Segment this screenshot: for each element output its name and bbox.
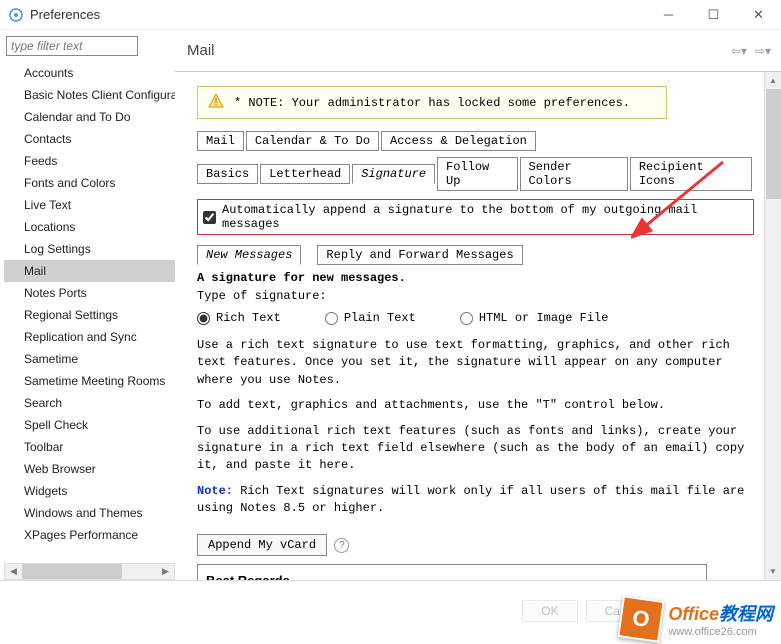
tab-sender-colors[interactable]: Sender Colors: [520, 157, 628, 191]
tree-item[interactable]: Sametime: [4, 348, 175, 370]
watermark-brand: Office教程网: [668, 600, 773, 626]
scroll-right-icon[interactable]: ▶: [157, 566, 174, 577]
watermark: O Office教程网 www.office26.com: [620, 598, 773, 640]
admin-lock-note: ! * NOTE: Your administrator has locked …: [197, 86, 667, 119]
tree-item[interactable]: Contacts: [4, 128, 175, 150]
tab-signature[interactable]: Signature: [352, 164, 435, 184]
tree-item[interactable]: Accounts: [4, 62, 175, 84]
nav-back-icon[interactable]: ⇦▾: [729, 42, 749, 60]
tree-item[interactable]: Spell Check: [4, 414, 175, 436]
auto-append-label: Automatically append a signature to the …: [222, 203, 748, 231]
scrollbar-thumb[interactable]: [22, 564, 122, 579]
scroll-left-icon[interactable]: ◀: [5, 566, 22, 577]
help-para-3: To use additional rich text features (su…: [197, 423, 754, 475]
tree-item[interactable]: Fonts and Colors: [4, 172, 175, 194]
tree-item[interactable]: Web Browser: [4, 458, 175, 480]
tree-item[interactable]: Live Text: [4, 194, 175, 216]
signature-editor[interactable]: Best Regards ████████ ███ ██████████████…: [197, 564, 707, 580]
tree-item[interactable]: Regional Settings: [4, 304, 175, 326]
type-of-signature-label: Type of signature:: [197, 289, 754, 303]
titlebar: Preferences ─ ☐ ✕: [0, 0, 781, 30]
sidebar-horizontal-scrollbar[interactable]: ◀ ▶: [4, 563, 175, 580]
warning-icon: !: [208, 93, 224, 112]
maximize-button[interactable]: ☐: [691, 0, 736, 29]
append-vcard-button[interactable]: Append My vCard: [197, 534, 327, 556]
scroll-up-icon[interactable]: ▲: [765, 72, 781, 89]
admin-lock-text: * NOTE: Your administrator has locked so…: [234, 96, 630, 110]
signature-type-radios: Rich Text Plain Text HTML or Image File: [197, 311, 754, 325]
tree-item[interactable]: Notes Ports: [4, 282, 175, 304]
app-icon: [8, 7, 24, 23]
tree-item[interactable]: Widgets: [4, 480, 175, 502]
help-para-1: Use a rich text signature to use text fo…: [197, 337, 754, 389]
tab-row-secondary: Basics Letterhead Signature Follow Up Se…: [197, 157, 754, 191]
tab-basics[interactable]: Basics: [197, 164, 258, 184]
help-icon[interactable]: ?: [334, 538, 349, 553]
watermark-url: www.office26.com: [668, 626, 773, 638]
svg-text:!: !: [215, 97, 218, 108]
tree-item[interactable]: Log Settings: [4, 238, 175, 260]
minimize-button[interactable]: ─: [646, 0, 691, 29]
radio-plain-text[interactable]: Plain Text: [325, 311, 416, 325]
help-para-2: To add text, graphics and attachments, u…: [197, 397, 754, 414]
tree-item[interactable]: Replication and Sync: [4, 326, 175, 348]
window-controls: ─ ☐ ✕: [646, 0, 781, 29]
signature-line: Best Regards: [206, 573, 698, 580]
preference-tree: Accounts Basic Notes Client Configuratio…: [4, 60, 175, 563]
main-panel: Mail ⇦▾ ⇨▾ ! * NOTE: Your administrator …: [175, 30, 781, 580]
radio-rich-text[interactable]: Rich Text: [197, 311, 281, 325]
tab-access-delegation[interactable]: Access & Delegation: [381, 131, 536, 151]
tab-mail[interactable]: Mail: [197, 131, 244, 151]
scrollbar-thumb[interactable]: [766, 89, 781, 199]
auto-append-signature-option[interactable]: Automatically append a signature to the …: [197, 199, 754, 235]
radio-html-image[interactable]: HTML or Image File: [460, 311, 609, 325]
tree-item[interactable]: Search: [4, 392, 175, 414]
tree-item[interactable]: Feeds: [4, 150, 175, 172]
signature-heading: A signature for new messages.: [197, 271, 754, 285]
tab-reply-forward[interactable]: Reply and Forward Messages: [317, 245, 522, 265]
tab-row-primary: Mail Calendar & To Do Access & Delegatio…: [197, 131, 754, 151]
filter-input[interactable]: [6, 36, 138, 56]
tab-recipient-icons[interactable]: Recipient Icons: [630, 157, 752, 191]
tab-follow-up[interactable]: Follow Up: [437, 157, 518, 191]
tree-item[interactable]: Toolbar: [4, 436, 175, 458]
note-para: Note: Rich Text signatures will work onl…: [197, 483, 754, 518]
note-text: Rich Text signatures will work only if a…: [197, 484, 744, 515]
note-label: Note:: [197, 484, 233, 498]
tree-item[interactable]: XPages Performance: [4, 524, 175, 546]
tree-item[interactable]: Sametime Meeting Rooms: [4, 370, 175, 392]
tree-item[interactable]: Locations: [4, 216, 175, 238]
tree-item[interactable]: Basic Notes Client Configuration: [4, 84, 175, 106]
page-title: Mail: [187, 42, 729, 59]
tab-new-messages[interactable]: New Messages: [197, 245, 301, 265]
tab-calendar-todo[interactable]: Calendar & To Do: [246, 131, 379, 151]
content-vertical-scrollbar[interactable]: ▲ ▼: [764, 72, 781, 580]
nav-forward-icon[interactable]: ⇨▾: [753, 42, 773, 60]
auto-append-checkbox[interactable]: [203, 211, 216, 224]
tab-letterhead[interactable]: Letterhead: [260, 164, 350, 184]
tree-item-mail[interactable]: Mail: [4, 260, 175, 282]
tree-item[interactable]: Windows and Themes: [4, 502, 175, 524]
tab-row-messages: New Messages Reply and Forward Messages: [197, 245, 754, 265]
window-title: Preferences: [30, 7, 646, 22]
sidebar: Accounts Basic Notes Client Configuratio…: [0, 30, 175, 580]
close-button[interactable]: ✕: [736, 0, 781, 29]
scroll-down-icon[interactable]: ▼: [765, 563, 781, 580]
tree-item[interactable]: Calendar and To Do: [4, 106, 175, 128]
watermark-logo-icon: O: [618, 595, 665, 642]
ok-button[interactable]: OK: [522, 600, 577, 622]
